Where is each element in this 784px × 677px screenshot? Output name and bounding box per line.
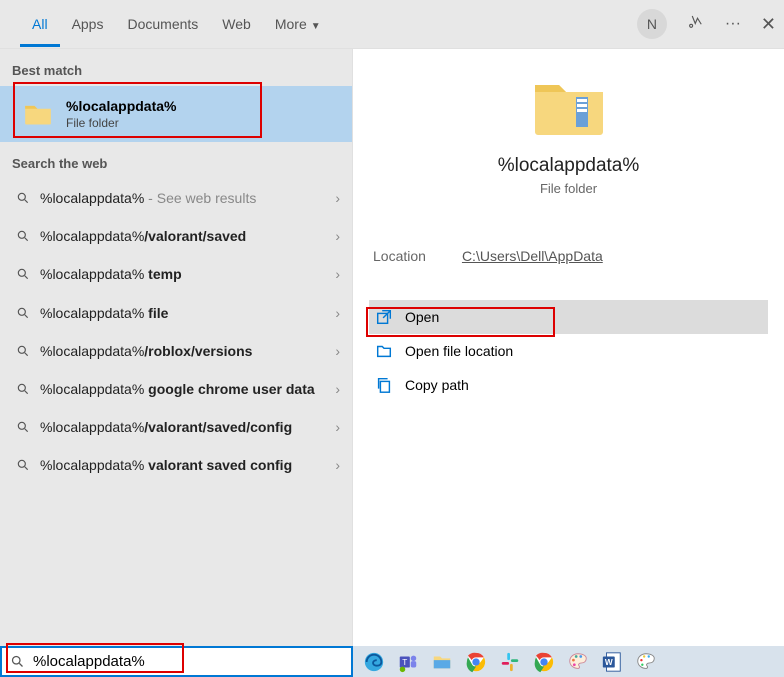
web-result-item[interactable]: %localappdata%/roblox/versions ›	[0, 332, 352, 370]
chevron-right-icon: ›	[335, 305, 340, 321]
reward-icon[interactable]	[687, 13, 705, 36]
action-copy-path[interactable]: Copy path	[369, 368, 768, 402]
search-icon	[16, 344, 30, 358]
folder-icon	[375, 342, 393, 360]
bestmatch-subtitle: File folder	[66, 116, 176, 130]
chevron-right-icon: ›	[335, 190, 340, 206]
chevron-right-icon: ›	[335, 343, 340, 359]
bestmatch-title: %localappdata%	[66, 98, 176, 114]
taskbar-chrome2-icon[interactable]	[533, 651, 555, 673]
action-label: Open file location	[405, 343, 513, 359]
taskbar-teams-icon[interactable]: T	[397, 651, 419, 673]
taskbar-edge-icon[interactable]	[363, 651, 385, 673]
svg-text:W: W	[605, 657, 613, 666]
tab-apps[interactable]: Apps	[60, 2, 116, 47]
result-text: %localappdata%/valorant/saved/config	[40, 418, 335, 436]
web-result-item[interactable]: %localappdata% file ›	[0, 294, 352, 332]
chevron-down-icon: ▼	[311, 21, 321, 32]
preview-panel: %localappdata% File folder Location C:\U…	[352, 49, 784, 646]
taskbar-mspaint-icon[interactable]	[635, 651, 657, 673]
web-result-item[interactable]: %localappdata%/valorant/saved/config ›	[0, 408, 352, 446]
result-text: %localappdata% google chrome user data	[40, 380, 335, 398]
close-icon[interactable]: ✕	[761, 14, 776, 35]
location-link[interactable]: C:\Users\Dell\AppData	[462, 248, 603, 264]
result-text: %localappdata% file	[40, 304, 335, 322]
bestmatch-label: Best match	[0, 49, 352, 86]
chevron-right-icon: ›	[335, 419, 340, 435]
chevron-right-icon: ›	[335, 266, 340, 282]
search-icon	[16, 267, 30, 281]
web-results: %localappdata% - See web results › %loca…	[0, 179, 352, 646]
top-nav: All Apps Documents Web More▼ N ··· ✕	[0, 0, 784, 49]
taskbar-explorer-icon[interactable]	[431, 651, 453, 673]
result-text: %localappdata% - See web results	[40, 189, 335, 207]
taskbar-slack-icon[interactable]	[499, 651, 521, 673]
search-icon	[16, 229, 30, 243]
preview-folder	[369, 77, 768, 137]
result-text: %localappdata%/valorant/saved	[40, 227, 335, 245]
taskbar-word-icon[interactable]: W	[601, 651, 623, 673]
web-result-item[interactable]: %localappdata% temp ›	[0, 255, 352, 293]
action-label: Open	[405, 309, 439, 325]
location-row: Location C:\Users\Dell\AppData	[369, 248, 768, 264]
search-icon	[16, 382, 30, 396]
tab-documents[interactable]: Documents	[115, 2, 210, 47]
folder-icon	[24, 102, 52, 126]
search-icon	[16, 420, 30, 434]
preview-actions: Open Open file location Copy path	[369, 300, 768, 402]
searchweb-label: Search the web	[0, 142, 352, 179]
open-icon	[375, 308, 393, 326]
tab-more[interactable]: More▼	[263, 2, 333, 47]
nav-tabs: All Apps Documents Web More▼	[20, 2, 333, 47]
bestmatch-item[interactable]: %localappdata% File folder	[0, 86, 352, 142]
avatar[interactable]: N	[637, 9, 667, 39]
tab-all[interactable]: All	[20, 2, 60, 47]
action-open-file-location[interactable]: Open file location	[369, 334, 768, 368]
search-icon	[10, 654, 25, 669]
chevron-right-icon: ›	[335, 457, 340, 473]
nav-right: N ··· ✕	[637, 9, 776, 39]
web-result-item[interactable]: %localappdata% google chrome user data ›	[0, 370, 352, 408]
location-label: Location	[373, 248, 426, 264]
results-panel: Best match %localappdata% File folder Se…	[0, 49, 352, 646]
preview-subtitle: File folder	[369, 181, 768, 196]
action-open[interactable]: Open	[369, 300, 768, 334]
web-result-item[interactable]: %localappdata% - See web results ›	[0, 179, 352, 217]
search-icon	[16, 458, 30, 472]
tab-web[interactable]: Web	[210, 2, 263, 47]
chevron-right-icon: ›	[335, 228, 340, 244]
result-text: %localappdata%/roblox/versions	[40, 342, 335, 360]
search-icon	[16, 306, 30, 320]
search-input[interactable]	[33, 653, 343, 670]
taskbar-paint-icon[interactable]	[567, 651, 589, 673]
main-content: Best match %localappdata% File folder Se…	[0, 49, 784, 646]
copy-icon	[375, 376, 393, 394]
chevron-right-icon: ›	[335, 381, 340, 397]
search-bar[interactable]	[0, 646, 353, 677]
result-text: %localappdata% temp	[40, 265, 335, 283]
folder-icon	[532, 77, 606, 137]
more-icon[interactable]: ···	[725, 15, 741, 33]
action-label: Copy path	[405, 377, 469, 393]
svg-text:T: T	[402, 657, 407, 666]
search-icon	[16, 191, 30, 205]
result-text: %localappdata% valorant saved config	[40, 456, 335, 474]
preview-title: %localappdata%	[369, 155, 768, 177]
taskbar-chrome-icon[interactable]	[465, 651, 487, 673]
web-result-item[interactable]: %localappdata% valorant saved config ›	[0, 446, 352, 484]
taskbar: T W	[353, 646, 784, 677]
web-result-item[interactable]: %localappdata%/valorant/saved ›	[0, 217, 352, 255]
